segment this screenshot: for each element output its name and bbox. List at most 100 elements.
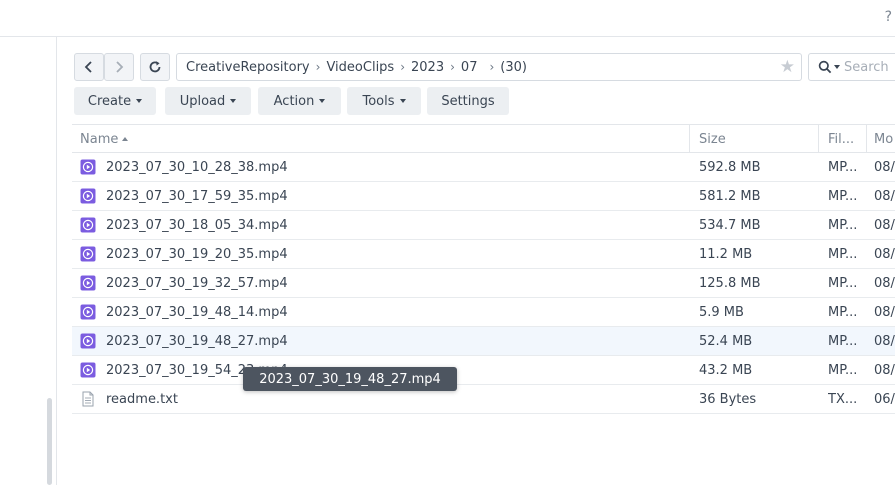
file-size: 5.9 MB [699,304,744,320]
breadcrumb-month[interactable]: 07 [461,60,478,75]
breadcrumb-separator: › [315,60,321,74]
breadcrumb-separator: › [400,60,406,74]
video-file-icon [80,246,96,262]
back-button[interactable] [74,53,104,81]
search-icon[interactable] [818,60,832,74]
column-header-modified-label: Mo [874,131,894,147]
file-modified: 08/ [874,246,895,262]
file-type: MP... [828,333,858,349]
file-row[interactable]: 2023_07_30_19_32_57.mp4 125.8 MB MP... 08/ [72,269,895,298]
file-row[interactable]: 2023_07_30_10_28_38.mp4 592.8 MB MP... 08/ [72,153,895,182]
tools-button-label: Tools [362,93,395,109]
file-size: 43.2 MB [699,362,753,378]
video-file-icon [80,304,96,320]
column-header-size[interactable]: Size [699,125,809,153]
chevron-down-icon [399,99,406,103]
column-divider[interactable] [818,125,819,153]
column-header-name-label: Name [80,131,119,147]
breadcrumb-videoclips[interactable]: VideoClips [326,60,394,75]
file-size: 36 Bytes [699,391,757,407]
refresh-button[interactable] [140,53,170,81]
file-size: 11.2 MB [699,246,753,262]
file-size: 52.4 MB [699,333,753,349]
path-bar[interactable]: CreativeRepository › VideoClips › 2023 ›… [176,53,802,81]
file-row[interactable]: 2023_07_30_17_59_35.mp4 581.2 MB MP... 08/ [72,182,895,211]
file-type: MP... [828,217,858,233]
file-modified: 08/ [874,333,895,349]
file-name-cell[interactable]: 2023_07_30_19_32_57.mp4 [80,269,680,297]
column-header-file-type[interactable]: Fil... [828,125,868,153]
breadcrumb-year[interactable]: 2023 [411,60,444,75]
text-file-icon [82,391,94,407]
file-name-cell[interactable]: 2023_07_30_18_05_34.mp4 [80,211,680,239]
create-button-label: Create [87,93,132,109]
file-name: readme.txt [106,391,178,407]
file-name: 2023_07_30_18_05_34.mp4 [106,217,288,233]
search-box[interactable] [808,53,895,81]
tools-button[interactable]: Tools [347,87,421,115]
file-modified: 08/ [874,188,895,204]
help-button[interactable]: ? [885,9,892,25]
file-row[interactable]: 2023_07_30_19_48_14.mp4 5.9 MB MP... 08/ [72,298,895,327]
file-size: 125.8 MB [699,275,761,291]
top-bar: ? [0,0,895,37]
file-row[interactable]: 2023_07_30_19_20_35.mp4 11.2 MB MP... 08/ [72,240,895,269]
create-button[interactable]: Create [74,87,156,115]
sort-ascending-icon [122,137,129,141]
search-options-chevron-icon[interactable] [834,65,840,69]
file-modified: 08/ [874,362,895,378]
video-file-icon [80,188,96,204]
file-row[interactable]: 2023_07_30_19_48_27.mp4 52.4 MB MP... 08/ [72,327,895,356]
column-header-modified[interactable]: Mo [874,125,895,153]
search-input[interactable] [844,59,895,75]
file-type: MP... [828,362,858,378]
settings-button-label: Settings [441,93,495,109]
action-button[interactable]: Action [258,87,341,115]
left-pane-scrollbar[interactable] [47,398,52,485]
star-icon[interactable]: ★ [780,58,795,76]
file-type: TX... [828,391,858,407]
chevron-down-icon [319,99,326,103]
video-file-icon [80,333,96,349]
file-list-header: Name Size Fil... Mo [72,124,895,153]
video-file-icon [80,217,96,233]
file-name: 2023_07_30_17_59_35.mp4 [106,188,288,204]
column-header-file-type-label: Fil... [828,131,855,147]
file-size: 581.2 MB [699,188,761,204]
file-name-cell[interactable]: 2023_07_30_19_48_14.mp4 [80,298,680,326]
file-type: MP... [828,246,858,262]
file-name-cell[interactable]: 2023_07_30_10_28_38.mp4 [80,153,680,181]
column-divider[interactable] [689,125,690,153]
file-name-cell[interactable]: 2023_07_30_17_59_35.mp4 [80,182,680,210]
file-type: MP... [828,304,858,320]
chevron-down-icon [136,99,143,103]
settings-button[interactable]: Settings [427,87,509,115]
action-button-label: Action [273,93,315,109]
file-list: Name Size Fil... Mo 2023_07_30_10_28_38.… [72,124,895,485]
file-name-cell[interactable]: 2023_07_30_19_20_35.mp4 [80,240,680,268]
forward-button[interactable] [104,53,134,81]
file-name: 2023_07_30_19_32_57.mp4 [106,275,288,291]
breadcrumb-root[interactable]: CreativeRepository [186,60,310,75]
file-type: MP... [828,275,858,291]
file-row[interactable]: readme.txt 36 Bytes TX... 06/ [72,385,895,414]
file-name-cell[interactable]: 2023_07_30_19_48_27.mp4 [80,327,680,355]
video-file-icon [80,159,96,175]
file-modified: 08/ [874,217,895,233]
filename-tooltip: 2023_07_30_19_48_27.mp4 [243,367,457,391]
file-modified: 06/ [874,391,895,407]
column-header-name[interactable]: Name [80,125,680,153]
file-row[interactable]: 2023_07_30_19_54_23.mp4 43.2 MB MP... 08/ [72,356,895,385]
back-arrow-icon [84,61,92,73]
file-size: 534.7 MB [699,217,761,233]
item-count: (30) [500,59,527,75]
file-row[interactable]: 2023_07_30_18_05_34.mp4 534.7 MB MP... 08/ [72,211,895,240]
chevron-down-icon [230,99,237,103]
file-modified: 08/ [874,304,895,320]
refresh-icon [149,61,161,73]
file-modified: 08/ [874,275,895,291]
upload-button[interactable]: Upload [165,87,251,115]
column-divider[interactable] [866,125,867,153]
video-file-icon [80,275,96,291]
file-name: 2023_07_30_19_20_35.mp4 [106,246,288,262]
